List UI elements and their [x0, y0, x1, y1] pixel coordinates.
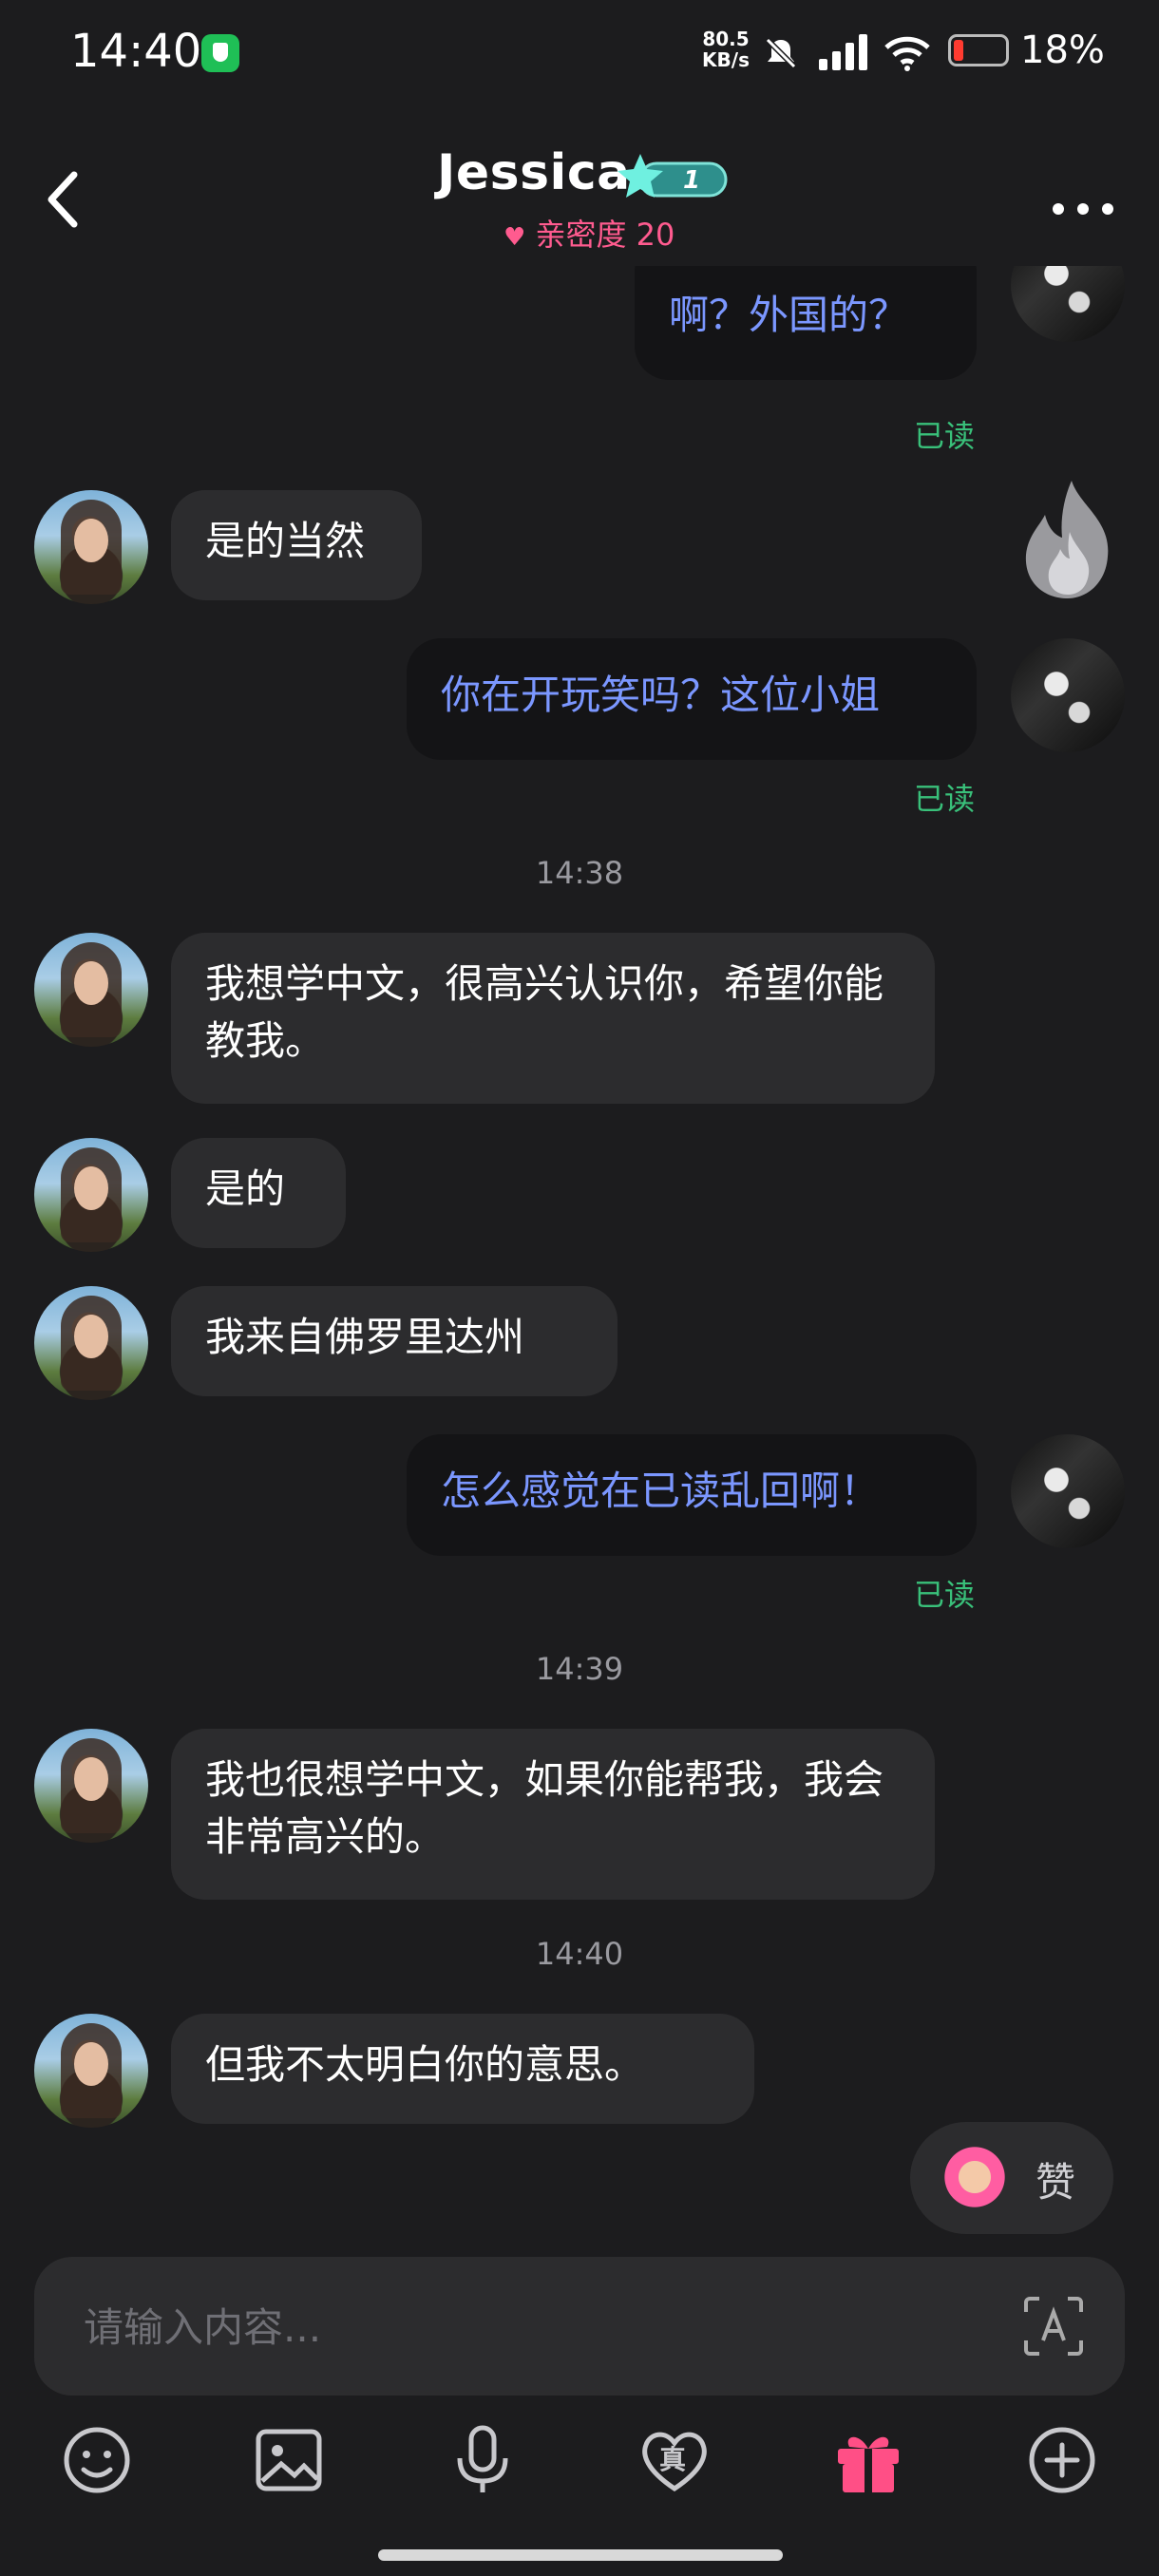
read-status: 已读 — [913, 781, 975, 817]
intimacy-text: 亲密度 20 — [535, 217, 675, 253]
outgoing-message[interactable]: 怎么感觉在已读乱回啊！ — [407, 1434, 977, 1556]
battery-icon — [948, 34, 1009, 66]
outgoing-message[interactable]: 啊？外国的？ — [635, 266, 977, 380]
image-icon[interactable] — [251, 2422, 327, 2498]
wifi-icon — [884, 36, 930, 71]
scan-text-icon[interactable] — [1022, 2295, 1085, 2358]
incoming-message[interactable]: 是的 — [171, 1138, 346, 1248]
home-indicator[interactable] — [378, 2549, 783, 2561]
incoming-message[interactable]: 但我不太明白你的意思。 — [171, 2014, 754, 2124]
status-bar: 14:40 80.5 KB/s 18% — [0, 0, 1159, 104]
my-avatar[interactable] — [1011, 1434, 1125, 1548]
read-status: 已读 — [913, 418, 975, 454]
microphone-icon[interactable] — [445, 2422, 521, 2498]
timestamp: 14:39 — [535, 1651, 624, 1687]
incoming-message[interactable]: 是的当然 — [171, 490, 422, 600]
truth-label: 真 — [659, 2444, 687, 2475]
timestamp: 14:38 — [535, 855, 624, 891]
incoming-message[interactable]: 我来自佛罗里达州 — [171, 1286, 618, 1396]
intimacy-label: ♥ 亲密度 20 — [504, 211, 674, 255]
chat-header: Jessica 1 ♥ 亲密度 20 — [0, 104, 1159, 266]
gift-icon[interactable] — [830, 2422, 906, 2498]
like-label: 赞 — [1036, 2159, 1076, 2206]
my-avatar[interactable] — [1011, 266, 1125, 342]
emoji-icon[interactable] — [59, 2422, 135, 2498]
message-text: 我来自佛罗里达州 — [205, 1314, 525, 1360]
incoming-message[interactable]: 我也很想学中文，如果你能帮我，我会非常高兴的。 — [171, 1729, 935, 1900]
battery-percent: 18% — [1020, 28, 1105, 72]
network-speed: 80.5 KB/s — [699, 28, 752, 70]
contact-avatar[interactable] — [34, 1286, 148, 1400]
contact-avatar[interactable] — [34, 490, 148, 604]
message-text: 你在开玩笑吗？这位小姐 — [441, 672, 881, 718]
contact-avatar[interactable] — [34, 1729, 148, 1843]
outgoing-message[interactable]: 你在开玩笑吗？这位小姐 — [407, 638, 977, 760]
heart-icon: ♥ — [504, 223, 526, 252]
read-status: 已读 — [913, 1577, 975, 1613]
fire-icon[interactable] — [1013, 477, 1127, 600]
security-shield-icon — [201, 34, 239, 72]
level-number: 1 — [683, 166, 700, 195]
incoming-message[interactable]: 我想学中文，很高兴认识你，希望你能教我。 — [171, 933, 935, 1104]
status-time: 14:40 — [70, 25, 202, 78]
mute-bell-icon — [765, 37, 797, 69]
contact-avatar[interactable] — [34, 933, 148, 1047]
network-speed-value: 80.5 — [702, 28, 750, 50]
composer — [34, 2257, 1125, 2396]
signal-icon — [819, 34, 867, 70]
chat-toolbar: 真 — [0, 2422, 1159, 2508]
chevron-left-icon[interactable] — [38, 161, 91, 237]
message-text: 是的当然 — [205, 518, 366, 564]
network-speed-unit: KB/s — [702, 48, 750, 71]
message-text: 啊？外国的？ — [669, 292, 909, 338]
message-text: 怎么感觉在已读乱回啊！ — [441, 1468, 881, 1514]
more-dots-icon[interactable] — [1045, 188, 1121, 226]
timestamp: 14:40 — [535, 1936, 624, 1972]
message-text: 我也很想学中文，如果你能帮我，我会非常高兴的。 — [205, 1756, 884, 1860]
message-text: 我想学中文，很高兴认识你，希望你能教我。 — [205, 960, 884, 1064]
like-button[interactable]: 赞 — [910, 2122, 1113, 2234]
my-avatar[interactable] — [1011, 638, 1125, 752]
message-input[interactable] — [82, 2295, 940, 2359]
message-text: 是的 — [205, 1165, 286, 1212]
contact-avatar[interactable] — [34, 2014, 148, 2128]
plus-circle-icon[interactable] — [1024, 2422, 1100, 2498]
chat-title[interactable]: Jessica — [437, 144, 631, 201]
level-badge: 1 — [618, 154, 728, 198]
thumbs-up-icon — [939, 2143, 1011, 2211]
truth-heart-button[interactable]: 真 — [636, 2422, 712, 2498]
contact-avatar[interactable] — [34, 1138, 148, 1252]
message-list[interactable]: 啊？外国的？ 已读 是的当然 你在开玩笑吗？这位小姐 已读 14:38 我想学中… — [0, 266, 1159, 2251]
message-text: 但我不太明白你的意思。 — [205, 2041, 645, 2088]
